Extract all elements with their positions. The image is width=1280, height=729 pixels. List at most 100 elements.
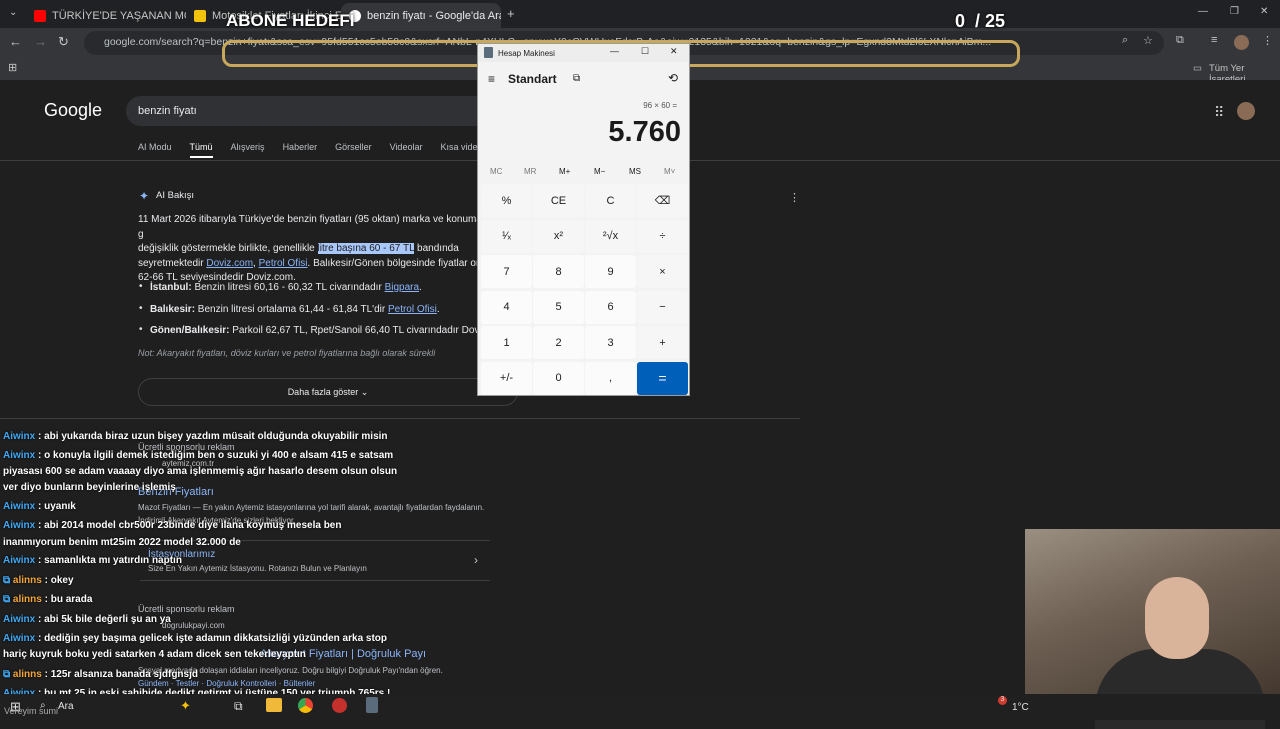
filter-images[interactable]: Görseller xyxy=(335,142,372,158)
taskbar-search[interactable]: Ara xyxy=(58,701,74,712)
filter-all[interactable]: Tümü xyxy=(189,142,213,158)
google-apps-icon[interactable]: ⠿ xyxy=(1214,104,1224,121)
decimal-key[interactable]: , xyxy=(585,361,636,395)
tab-list-button[interactable]: ⌄ xyxy=(9,7,17,18)
close-icon[interactable]: ✕ xyxy=(670,46,678,57)
minimize-icon[interactable]: — xyxy=(610,46,619,56)
memory-list-button[interactable]: M˅ xyxy=(664,167,675,176)
maximize-icon[interactable]: ☐ xyxy=(641,46,649,57)
new-tab-button[interactable]: + xyxy=(507,6,515,21)
bookmark-star-icon[interactable]: ☆ xyxy=(1143,34,1153,47)
zero-key[interactable]: 0 xyxy=(533,361,584,395)
task-view-icon[interactable]: ⧉ xyxy=(234,699,243,714)
calculator-mode: Standart xyxy=(508,72,557,86)
account-avatar[interactable] xyxy=(1237,102,1255,120)
forward-icon[interactable]: → xyxy=(34,34,47,49)
seven-key[interactable]: 7 xyxy=(481,255,532,288)
negate-key[interactable]: +/- xyxy=(481,361,532,395)
search-input[interactable]: benzin fiyatı xyxy=(126,96,506,126)
memory-add-button[interactable]: M+ xyxy=(559,167,570,176)
highlighted-range: litre başına 60 - 67 TL xyxy=(317,243,415,254)
file-explorer-icon[interactable] xyxy=(266,698,282,712)
ai-note: Not: Akaryakıt fiyatları, döviz kurları … xyxy=(138,348,436,358)
backspace-key[interactable]: ⌫ xyxy=(637,184,688,217)
petrol-ofisi-link[interactable]: Petrol Ofisi xyxy=(259,258,308,269)
menu-icon[interactable]: ⋮ xyxy=(1262,34,1273,47)
chevron-right-icon[interactable]: › xyxy=(474,553,478,567)
eight-key[interactable]: 8 xyxy=(533,255,584,288)
google-logo[interactable]: Google xyxy=(44,100,102,121)
four-key[interactable]: 4 xyxy=(481,290,532,324)
taskbar: ⊞ ⌕ Ara Vereyim sumi ✦ ⧉ 3 1°C xyxy=(0,694,1280,720)
filter-news[interactable]: Haberler xyxy=(283,142,318,158)
bullet-balikesir: Balıkesir: Benzin litresi ortalama 61,44… xyxy=(150,304,440,315)
zoom-icon[interactable]: ⌕ xyxy=(1122,34,1128,47)
doviz-link[interactable]: Doviz.com xyxy=(206,258,253,269)
tab-google-search[interactable]: benzin fiyatı - Google'da Ara ✕ xyxy=(341,3,501,28)
square-root-key[interactable]: ²√x xyxy=(585,219,636,253)
overlay-text: Vereyim sumi xyxy=(4,706,59,716)
more-options-icon[interactable]: ⋮ xyxy=(789,191,800,204)
filter-shopping[interactable]: Alışveriş xyxy=(231,142,265,158)
five-key[interactable]: 5 xyxy=(533,290,584,324)
folder-icon: ▭ xyxy=(1193,63,1202,74)
equals-key[interactable]: = xyxy=(637,361,688,395)
three-key[interactable]: 3 xyxy=(585,326,636,359)
tab-strip: ⌄ TÜRKİYE'DE YAŞANAN MOTORL ✕ Motosiklet… xyxy=(0,0,1280,28)
filter-videos[interactable]: Videolar xyxy=(390,142,423,158)
memory-clear-button[interactable]: MC xyxy=(490,167,502,176)
percent-key[interactable]: % xyxy=(481,184,532,217)
ad2-domain[interactable]: dogrulukpayi.com xyxy=(162,621,225,630)
memory-subtract-button[interactable]: M− xyxy=(594,167,605,176)
webcam-face xyxy=(1145,577,1209,659)
widget-icon[interactable]: ✦ xyxy=(180,698,191,714)
multiply-key[interactable]: × xyxy=(637,255,688,288)
back-icon[interactable]: ← xyxy=(9,34,22,49)
two-key[interactable]: 2 xyxy=(533,326,584,359)
tab-youtube[interactable]: TÜRKİYE'DE YAŞANAN MOTORL ✕ xyxy=(26,3,186,28)
calculator-taskbar-icon[interactable] xyxy=(366,697,378,713)
close-window-icon[interactable]: ✕ xyxy=(1260,6,1268,17)
divide-key[interactable]: ÷ xyxy=(637,219,688,253)
profile-avatar[interactable] xyxy=(1234,35,1249,50)
history-icon[interactable]: ⟲ xyxy=(668,71,678,85)
divider xyxy=(140,580,490,581)
memory-store-button[interactable]: MS xyxy=(629,167,641,176)
one-key[interactable]: 1 xyxy=(481,326,532,359)
six-key[interactable]: 6 xyxy=(585,290,636,324)
clear-entry-key[interactable]: CE xyxy=(533,184,584,217)
app-icon[interactable] xyxy=(332,698,347,713)
show-more-button[interactable]: Daha fazla göster ⌄ xyxy=(138,378,518,406)
notification-badge: 3 xyxy=(998,696,1007,705)
bigpara-link[interactable]: Bigpara xyxy=(385,282,419,293)
reload-icon[interactable]: ↻ xyxy=(58,34,69,50)
chat-message: Aiwinx : samanlıkta mı yatırdın naptın xyxy=(3,555,182,566)
hamburger-icon[interactable]: ≡ xyxy=(488,72,495,86)
extensions-icon[interactable]: ⧉ xyxy=(1176,34,1184,47)
reciprocal-key[interactable]: ¹⁄ₓ xyxy=(481,219,532,253)
chat-message: ⧉ alinns : okey xyxy=(3,575,74,586)
keep-on-top-icon[interactable]: ⧉ xyxy=(573,73,580,84)
minus-key[interactable]: − xyxy=(637,290,688,324)
calculator-result: 5.760 xyxy=(608,116,681,148)
chrome-icon[interactable] xyxy=(298,698,313,713)
calculator-window: Hesap Makinesi — ☐ ✕ ≡ Standart ⧉ ⟲ 96 ×… xyxy=(477,43,690,396)
ad-description: Mazot Fiyatları — En yakın Aytemiz istas… xyxy=(138,503,485,512)
restore-icon[interactable]: ❐ xyxy=(1230,6,1239,17)
clear-key[interactable]: C xyxy=(585,184,636,217)
chat-message: hariç kuyruk boku yedi satarken 4 adam d… xyxy=(3,649,306,660)
calculator-titlebar[interactable]: Hesap Makinesi — ☐ ✕ xyxy=(478,44,689,62)
plus-key[interactable]: + xyxy=(637,326,688,359)
filter-ai-mode[interactable]: AI Modu xyxy=(138,142,172,158)
square-key[interactable]: x² xyxy=(533,219,584,253)
subscriber-goal-count: 0 / 25 xyxy=(955,11,1006,31)
search-filters: AI Modu Tümü Alışveriş Haberler Görselle… xyxy=(138,142,492,158)
nine-key[interactable]: 9 xyxy=(585,255,636,288)
chat-message: Aiwinx : o konuyla ilgili demek istediği… xyxy=(3,450,394,461)
apps-icon[interactable]: ⊞ xyxy=(8,61,17,74)
weather-temp[interactable]: 1°C xyxy=(1012,702,1029,713)
media-icon[interactable]: ≡ xyxy=(1211,34,1217,46)
petrol-ofisi-link-2[interactable]: Petrol Ofisi xyxy=(388,304,437,315)
minimize-icon[interactable]: — xyxy=(1198,6,1208,17)
memory-recall-button[interactable]: MR xyxy=(524,167,536,176)
